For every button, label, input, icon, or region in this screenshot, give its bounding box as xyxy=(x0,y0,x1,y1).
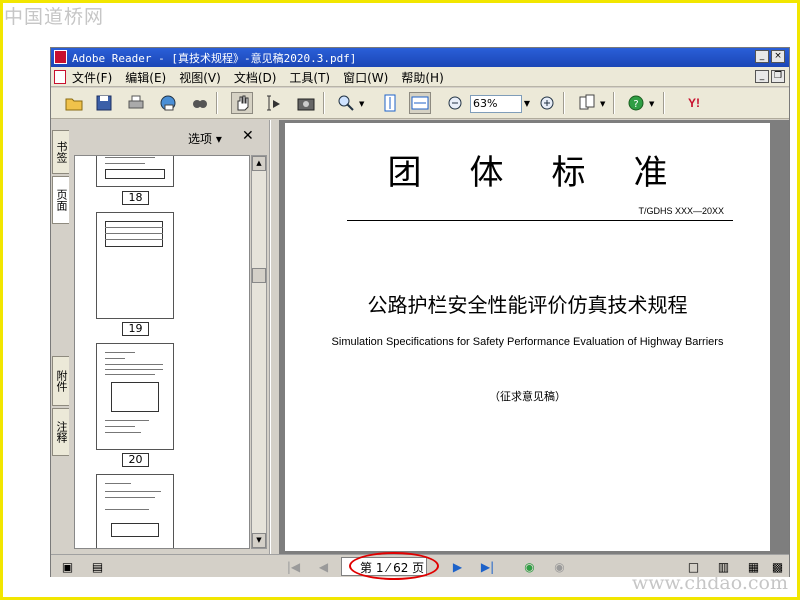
page-label-18: 18 xyxy=(122,191,149,205)
yahoo-icon[interactable]: Y! xyxy=(677,92,711,114)
svg-text:?: ? xyxy=(633,99,638,110)
hand-icon[interactable] xyxy=(231,92,253,114)
menu-window[interactable]: 窗口(W) xyxy=(343,69,388,86)
menu-help[interactable]: 帮助(H) xyxy=(401,69,443,86)
document-title-en: Simulation Specifications for Safety Per… xyxy=(331,336,724,348)
page-thumbnail-21[interactable] xyxy=(96,474,174,548)
tab-attachments[interactable]: 附件 xyxy=(52,356,69,406)
search-icon[interactable] xyxy=(189,92,211,114)
email-icon[interactable] xyxy=(157,92,179,114)
draft-note: （征求意见稿） xyxy=(489,390,566,403)
panel-splitter[interactable] xyxy=(270,120,278,554)
zoom-plus-icon[interactable] xyxy=(536,92,558,114)
help-dropdown-icon[interactable]: ▼ xyxy=(649,100,654,108)
menu-tools[interactable]: 工具(T) xyxy=(289,69,330,86)
page-thumbnail-19[interactable] xyxy=(96,212,174,319)
continuous-facing-view-icon[interactable]: ▩ xyxy=(769,558,786,575)
menu-document[interactable]: 文档(D) xyxy=(234,69,277,86)
doc-minimize-button[interactable]: _ xyxy=(755,70,769,83)
zoom-in-icon[interactable] xyxy=(335,92,357,114)
reader-window: Adobe Reader - [真技术规程》-意见稿2020.3.pdf] _ … xyxy=(50,47,790,580)
page-display-icon[interactable] xyxy=(576,92,598,114)
header-rule xyxy=(347,220,733,221)
navigation-tabs: 书签 页面 附件 注释 xyxy=(51,120,69,554)
red-highlight-circle xyxy=(349,552,439,580)
scroll-thumb[interactable] xyxy=(252,268,266,283)
page-label-19: 19 xyxy=(122,322,149,336)
menu-view[interactable]: 视图(V) xyxy=(179,69,221,86)
pdf-document-icon xyxy=(54,70,66,84)
thumbnail-scrollbar[interactable]: ▲ ▼ xyxy=(251,155,267,549)
title-bar: Adobe Reader - [真技术规程》-意见稿2020.3.pdf] _ … xyxy=(51,48,789,67)
page-display-dropdown-icon[interactable]: ▼ xyxy=(600,100,605,108)
first-page-icon[interactable]: |◀ xyxy=(285,558,302,575)
fit-page-icon[interactable] xyxy=(379,92,401,114)
status-bar: ▣ ▤ |◀ ◀ 第 1 ⁄ 62 页 ▶ ▶| ◉ ◉ □ ▥ ▦ ▩ xyxy=(51,552,789,580)
page-thumbnail-20[interactable] xyxy=(96,343,174,450)
fit-width-icon[interactable] xyxy=(409,92,431,114)
select-text-icon[interactable] xyxy=(263,92,285,114)
facing-view-icon[interactable]: ▦ xyxy=(745,558,762,575)
last-page-icon[interactable]: ▶| xyxy=(479,558,496,575)
tab-comments[interactable]: 注释 xyxy=(52,408,69,456)
previous-page-icon[interactable]: ◀ xyxy=(315,558,332,575)
yahoo-label: Y! xyxy=(688,96,700,110)
bottom-panel-icon[interactable]: ▣ xyxy=(59,558,76,575)
menu-edit[interactable]: 编辑(E) xyxy=(125,69,166,86)
zoom-out-minus-icon[interactable] xyxy=(444,92,466,114)
bottom-options-icon[interactable]: ▤ xyxy=(89,558,106,575)
document-title-cn: 公路护栏安全性能评价仿真技术规程 xyxy=(367,293,688,317)
zoom-tool-dropdown-icon[interactable]: ▼ xyxy=(359,100,364,108)
pages-panel: 选项 ▾ ✕ 18 19 20 ▲ ▼ xyxy=(70,120,270,554)
tab-bookmarks[interactable]: 书签 xyxy=(52,130,69,174)
panel-options-button[interactable]: 选项 ▾ xyxy=(188,130,222,147)
standard-code: T/GDHS XXX—20XX xyxy=(638,206,724,216)
zoom-dropdown-icon[interactable]: ▼ xyxy=(522,95,532,113)
print-icon[interactable] xyxy=(125,92,147,114)
tab-pages[interactable]: 页面 xyxy=(52,176,69,224)
single-page-view-icon[interactable]: □ xyxy=(685,558,702,575)
snapshot-icon[interactable] xyxy=(295,92,317,114)
menu-file[interactable]: 文件(F) xyxy=(72,69,112,86)
zoom-input[interactable]: 63% xyxy=(470,95,522,113)
adobe-reader-icon xyxy=(54,50,67,64)
thumbnail-list[interactable]: 18 19 20 xyxy=(74,155,250,549)
continuous-view-icon[interactable]: ▥ xyxy=(715,558,732,575)
scroll-up-icon[interactable]: ▲ xyxy=(252,156,266,171)
save-icon[interactable] xyxy=(93,92,115,114)
open-icon[interactable] xyxy=(63,92,85,114)
pdf-page: 团体标准 T/GDHS XXX—20XX 公路护栏安全性能评价仿真技术规程 Si… xyxy=(285,123,770,551)
minimize-button[interactable]: _ xyxy=(755,50,769,63)
doc-restore-button[interactable]: ❐ xyxy=(771,70,785,83)
panel-close-button[interactable]: ✕ xyxy=(242,128,254,144)
toolbar: ▼ 63% ▼ ▼ ? ▼ Y! xyxy=(51,88,789,119)
page-label-20: 20 xyxy=(122,453,149,467)
menu-bar: 文件(F) 编辑(E) 视图(V) 文档(D) 工具(T) 窗口(W) 帮助(H… xyxy=(51,67,789,87)
close-button[interactable]: × xyxy=(771,50,785,63)
document-heading: 团体标准 xyxy=(387,153,716,193)
go-back-icon[interactable]: ◉ xyxy=(521,558,538,575)
site-watermark: 中国道桥网 xyxy=(4,6,105,28)
go-forward-icon[interactable]: ◉ xyxy=(551,558,568,575)
next-page-icon[interactable]: ▶ xyxy=(449,558,466,575)
page-thumbnail-18[interactable] xyxy=(96,156,174,187)
window-title: Adobe Reader - [真技术规程》-意见稿2020.3.pdf] xyxy=(72,52,357,65)
document-view[interactable]: 团体标准 T/GDHS XXX—20XX 公路护栏安全性能评价仿真技术规程 Si… xyxy=(279,120,789,554)
scroll-down-icon[interactable]: ▼ xyxy=(252,533,266,548)
help-icon[interactable]: ? xyxy=(625,92,647,114)
